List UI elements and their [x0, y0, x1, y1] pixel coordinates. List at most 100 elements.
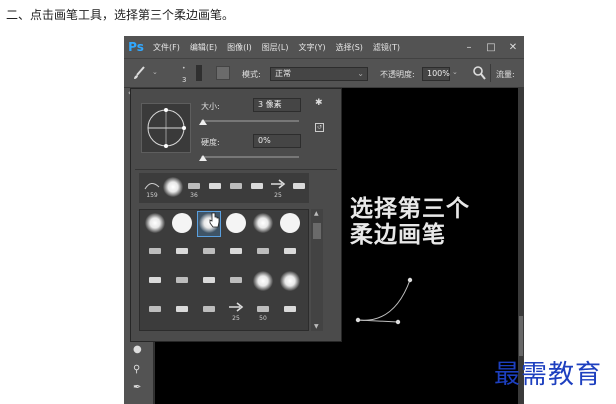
- close-button[interactable]: ✕: [502, 36, 524, 58]
- opacity-field[interactable]: 100%: [422, 67, 450, 81]
- brush-preset[interactable]: [171, 241, 193, 265]
- textured-brush-icon: [149, 306, 161, 312]
- presets-scrollbar-thumb[interactable]: [313, 223, 321, 239]
- textured-brush-icon: [209, 183, 221, 189]
- pen-icon[interactable]: ✒: [133, 382, 141, 393]
- hardness-value: 0%: [258, 136, 271, 145]
- brush-preset[interactable]: [198, 241, 220, 265]
- brush-preset[interactable]: [144, 299, 166, 323]
- maximize-button[interactable]: □: [480, 36, 502, 58]
- brush-preset[interactable]: [225, 176, 247, 200]
- brush-preset[interactable]: [252, 212, 274, 236]
- brush-preset[interactable]: 25: [267, 176, 289, 200]
- brush-preset[interactable]: [252, 241, 274, 265]
- ps-logo: Ps: [128, 40, 144, 54]
- scroll-up-icon[interactable]: ▲: [314, 210, 319, 217]
- brush-preset[interactable]: [171, 212, 193, 236]
- options-bar: ⌄ • 3 模式: 正常 ⌄ 不透明度: 100% ⌄ 流量:: [124, 58, 524, 88]
- soft-brush-icon: [163, 177, 183, 197]
- brush-size-value[interactable]: 3: [182, 76, 186, 84]
- menu-layer[interactable]: 图层(L): [257, 42, 294, 53]
- brush-preset[interactable]: [279, 241, 301, 265]
- annotation-line1: 选择第三个: [350, 196, 470, 222]
- brush-preset[interactable]: [144, 270, 166, 294]
- brush-preset[interactable]: [279, 299, 301, 323]
- textured-brush-icon: [257, 306, 269, 312]
- hardness-slider[interactable]: [201, 156, 299, 158]
- brush-preset[interactable]: [144, 212, 166, 236]
- textured-brush-icon: [176, 248, 188, 254]
- brush-preset[interactable]: [225, 212, 247, 236]
- soft-brush-icon: [253, 213, 273, 233]
- textured-brush-icon: [203, 277, 215, 283]
- hardness-slider-handle[interactable]: [199, 155, 207, 161]
- brush-preset-chevron[interactable]: [196, 65, 202, 81]
- brush-size-label: 159: [146, 192, 158, 199]
- menu-image[interactable]: 图像(I): [222, 42, 257, 53]
- scrollbar-thumb[interactable]: [519, 316, 523, 356]
- textured-brush-icon: [230, 277, 242, 283]
- flow-label: 流量:: [496, 70, 515, 79]
- hard-brush-icon: [226, 213, 246, 233]
- brush-preset[interactable]: [198, 270, 220, 294]
- textured-brush-icon: [251, 183, 263, 189]
- brush-preset[interactable]: [246, 176, 268, 200]
- recent-brushes-row: 159 36 25: [139, 173, 309, 203]
- brush-preset[interactable]: [288, 176, 310, 200]
- menu-type[interactable]: 文字(Y): [293, 42, 330, 53]
- brush-preset[interactable]: [171, 299, 193, 323]
- brush-angle-preview[interactable]: [141, 103, 191, 153]
- brush-preset[interactable]: [162, 176, 184, 200]
- scroll-down-icon[interactable]: ▼: [314, 323, 319, 330]
- textured-brush-icon: [149, 277, 161, 283]
- brush-preset-picker: 大小: 3 像素 ✱ ↺ 硬度: 0% 159 36 25 25 50 ▲ ▼: [130, 88, 342, 342]
- dodge-icon[interactable]: ⚲: [133, 364, 140, 375]
- brush-preset[interactable]: [279, 270, 301, 294]
- brush-size-dot-icon: •: [182, 65, 186, 72]
- brush-preset[interactable]: [204, 176, 226, 200]
- brush-presets-grid: 25 50: [139, 209, 309, 331]
- size-slider[interactable]: [201, 120, 299, 122]
- textured-brush-icon: [284, 306, 296, 312]
- brush-preset[interactable]: 36: [183, 176, 205, 200]
- brush-preset[interactable]: 159: [141, 176, 163, 200]
- brush-preset[interactable]: [171, 270, 193, 294]
- mode-value: 正常: [275, 69, 291, 78]
- brush-panel-toggle-icon[interactable]: [216, 66, 230, 80]
- minimize-button[interactable]: –: [458, 36, 480, 58]
- chevron-down-icon[interactable]: ⌄: [152, 68, 158, 76]
- size-slider-handle[interactable]: [199, 119, 207, 125]
- menu-edit[interactable]: 编辑(E): [185, 42, 222, 53]
- hand-cursor-icon: [209, 212, 220, 228]
- menu-file[interactable]: 文件(F): [148, 42, 185, 53]
- menu-bar: Ps 文件(F) 编辑(E) 图像(I) 图层(L) 文字(Y) 选择(S) 滤…: [124, 36, 524, 58]
- mode-select[interactable]: 正常 ⌄: [270, 67, 368, 81]
- brush-preset[interactable]: 50: [252, 299, 274, 323]
- brush-preset[interactable]: [198, 299, 220, 323]
- pressure-opacity-icon[interactable]: [472, 65, 486, 83]
- hardness-field[interactable]: 0%: [253, 134, 301, 148]
- annotation-line2: 柔边画笔: [350, 222, 446, 248]
- textured-brush-icon: [188, 183, 200, 189]
- chevron-down-icon[interactable]: ⌄: [452, 68, 458, 76]
- brush-preset[interactable]: [252, 270, 274, 294]
- brush-preset[interactable]: [144, 241, 166, 265]
- textured-brush-icon: [230, 183, 242, 189]
- brush-preset[interactable]: [279, 212, 301, 236]
- reset-icon[interactable]: ↺: [315, 123, 324, 132]
- watermark-logo: 最需教育: [494, 360, 603, 390]
- blur-drop-icon[interactable]: ●: [133, 344, 142, 355]
- menu-select[interactable]: 选择(S): [331, 42, 368, 53]
- brush-preset[interactable]: [225, 270, 247, 294]
- size-label: 大小:: [201, 102, 220, 111]
- textured-brush-icon: [149, 248, 161, 254]
- size-field[interactable]: 3 像素: [253, 98, 301, 112]
- brush-tool-icon[interactable]: [132, 66, 146, 82]
- textured-brush-icon: [257, 248, 269, 254]
- opacity-label: 不透明度:: [380, 70, 415, 79]
- gear-icon[interactable]: ✱: [315, 98, 323, 108]
- brush-preset[interactable]: 25: [225, 299, 247, 323]
- brush-preset[interactable]: [225, 241, 247, 265]
- menu-filter[interactable]: 滤镜(T): [368, 42, 405, 53]
- mode-label: 模式:: [242, 70, 261, 79]
